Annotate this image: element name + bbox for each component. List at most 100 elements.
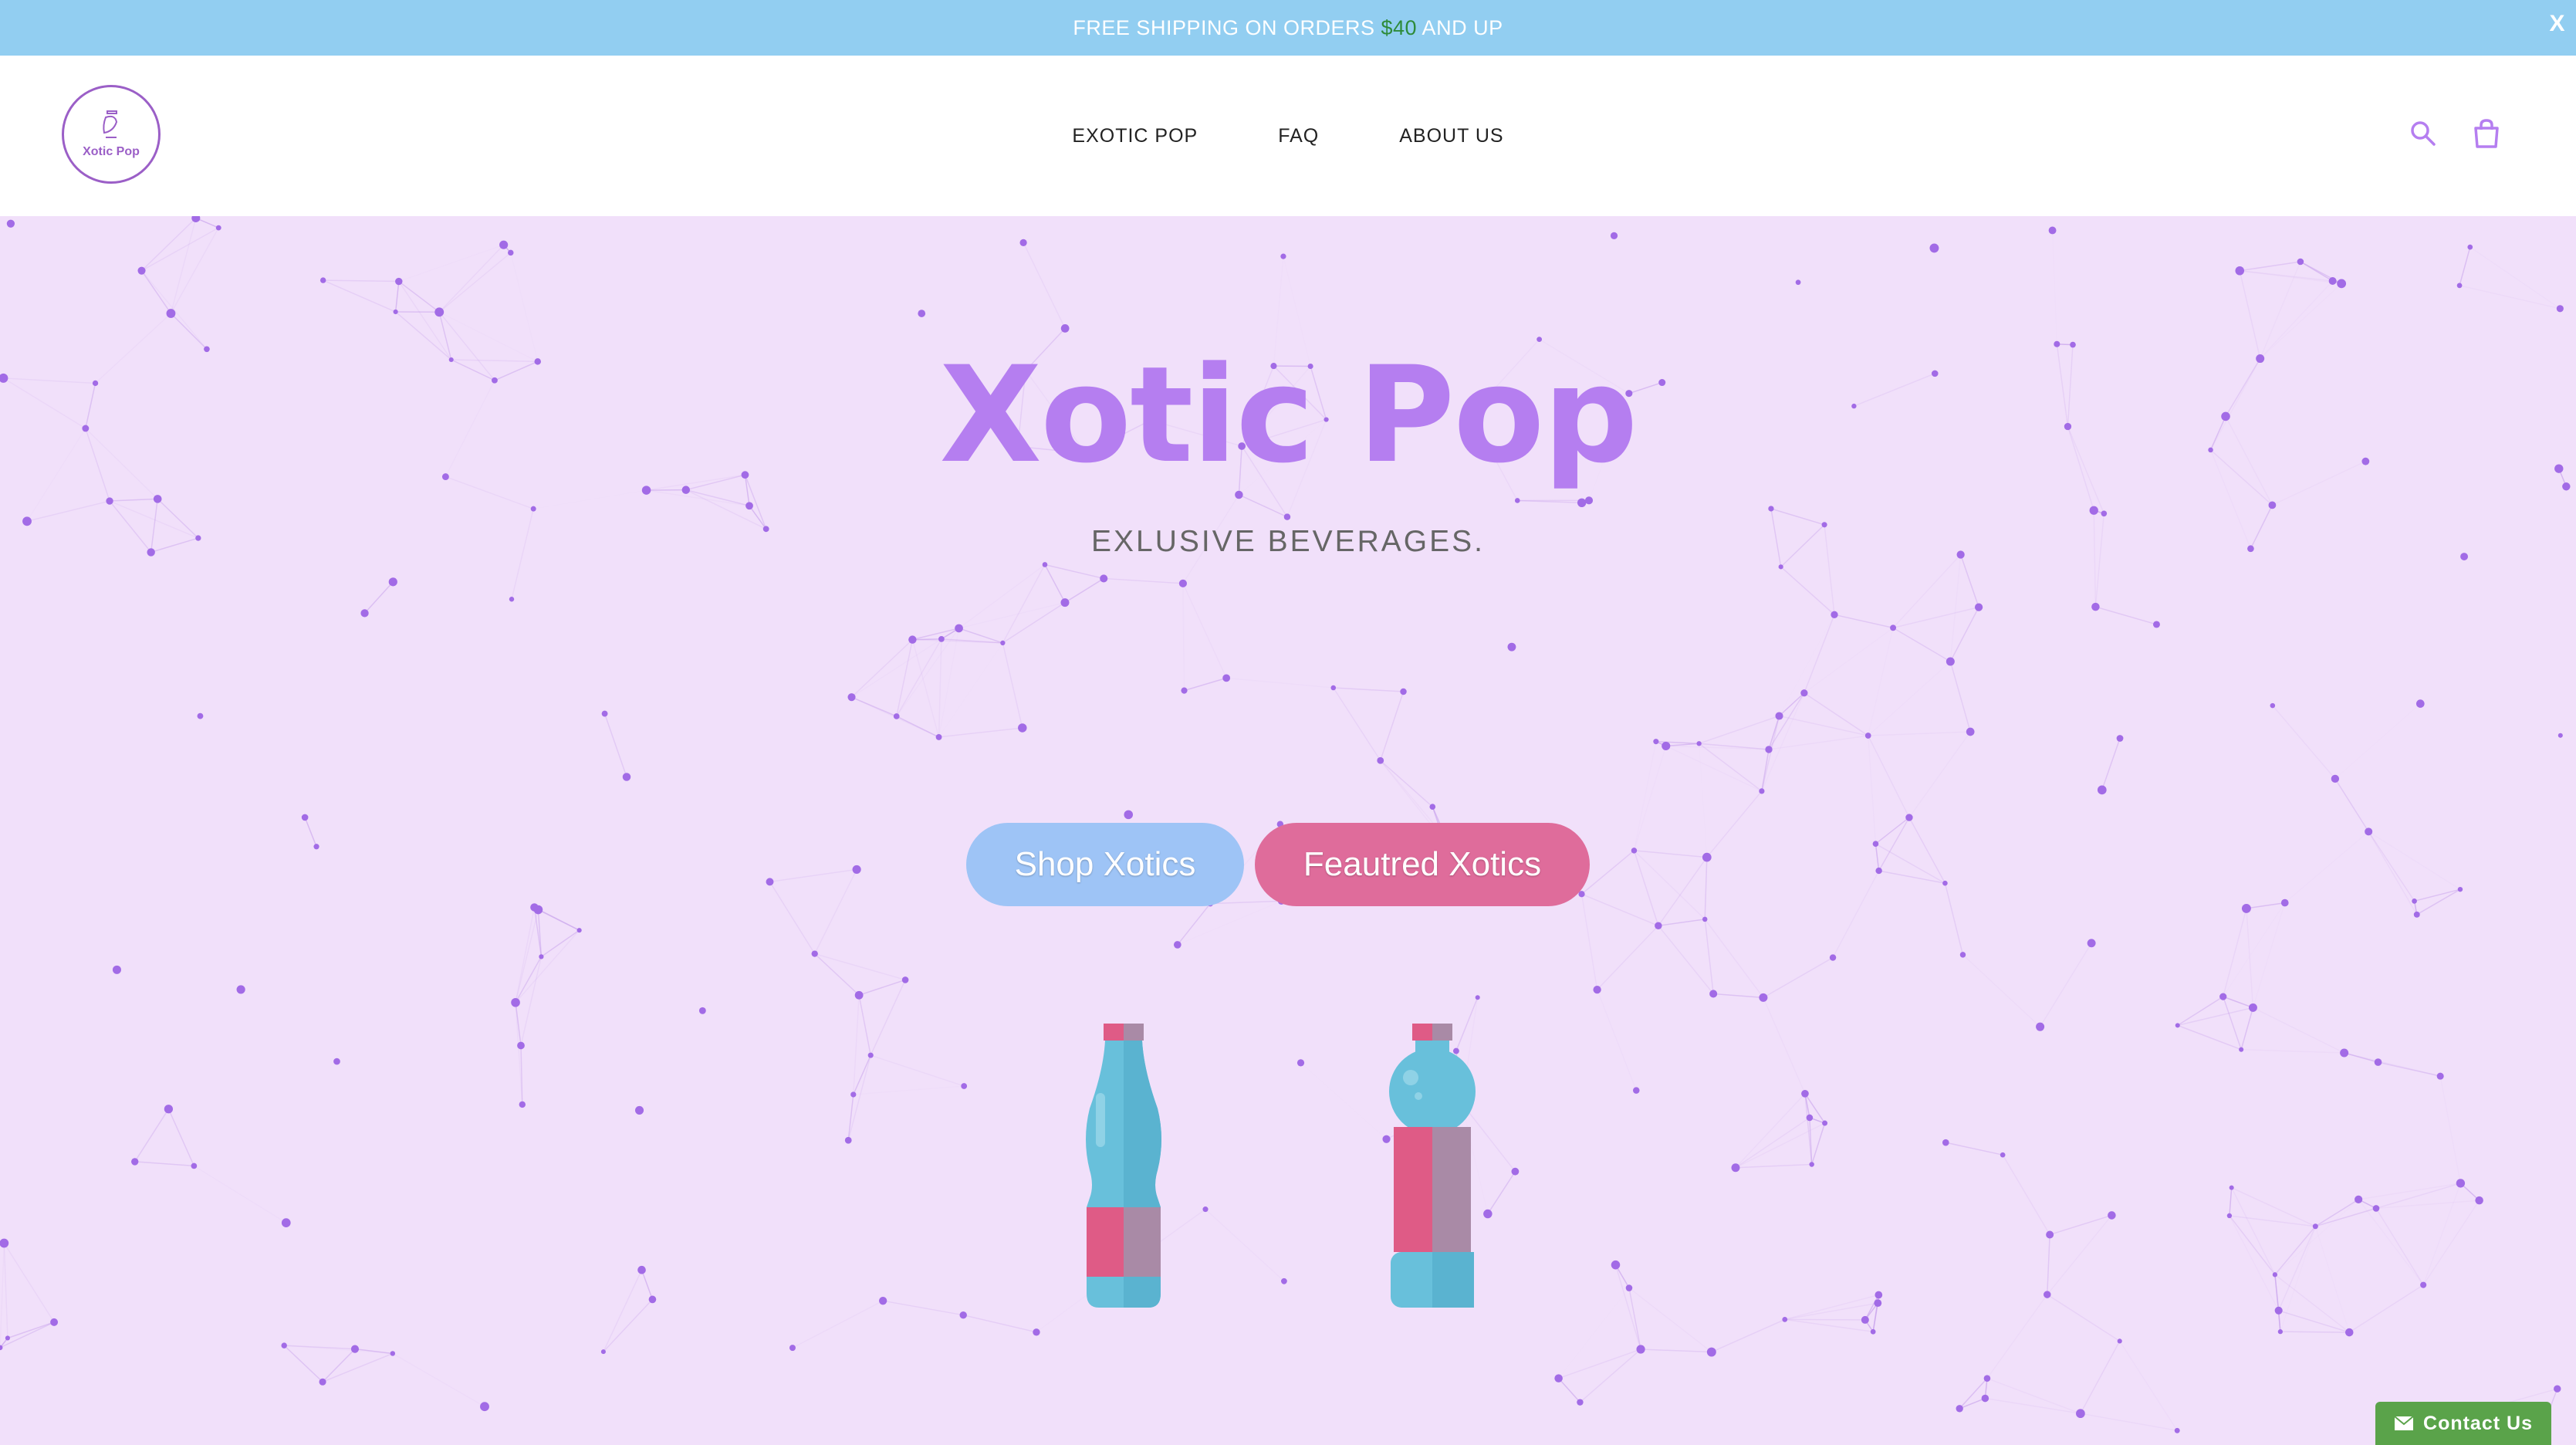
network-node [2219, 993, 2227, 1000]
network-node [1655, 922, 1662, 930]
network-node [390, 1351, 396, 1356]
network-node [2274, 1306, 2283, 1315]
network-node [1511, 1167, 1520, 1176]
envelope-icon [2394, 1416, 2414, 1430]
network-node [2241, 903, 2251, 913]
network-node [1124, 810, 1134, 820]
network-node [2467, 244, 2473, 250]
network-node [2108, 1211, 2116, 1220]
network-node [164, 1105, 174, 1114]
network-node [1874, 1299, 1882, 1308]
network-node [1946, 657, 1955, 666]
hero-subtitle: EXLUSIVE BEVERAGES. [1090, 525, 1485, 558]
network-node [2249, 1003, 2257, 1012]
network-node [1864, 733, 1871, 739]
featured-xotics-button[interactable]: Feautred Xotics [1255, 823, 1590, 906]
network-node [530, 506, 536, 512]
network-node [153, 495, 162, 503]
network-node [1475, 995, 1480, 1000]
network-node [1173, 941, 1182, 949]
network-node [2420, 1281, 2427, 1288]
network-node [1281, 1277, 1287, 1284]
network-node [1981, 1394, 1989, 1403]
network-node [635, 1105, 644, 1115]
network-node [1019, 239, 1027, 246]
network-node [1942, 880, 1948, 886]
network-node [2554, 1385, 2561, 1393]
network-node [166, 309, 176, 318]
network-node [1778, 564, 1783, 570]
network-node [1702, 852, 1712, 862]
network-node [1831, 611, 1838, 618]
network-node [1870, 1328, 1876, 1335]
network-node [681, 486, 691, 494]
network-node [1759, 993, 1768, 1002]
network-node [1875, 1291, 1883, 1299]
network-node [2229, 1185, 2234, 1190]
network-node [1593, 985, 1601, 994]
network-node [333, 1058, 340, 1065]
contact-us-label: Contact Us [2423, 1412, 2533, 1434]
network-node [1584, 496, 1594, 505]
network-node [1702, 916, 1708, 922]
network-node [388, 577, 397, 587]
nav-exotic-pop[interactable]: EXOTIC POP [1072, 125, 1198, 147]
nav-about-us[interactable]: ABOUT US [1399, 125, 1503, 147]
network-node [1611, 1260, 1621, 1270]
network-node [2277, 1329, 2284, 1335]
network-node [2372, 1205, 2380, 1212]
network-node [1709, 990, 1718, 998]
network-node [131, 1158, 139, 1166]
network-node [2076, 1409, 2085, 1419]
network-node [2340, 1048, 2349, 1058]
contact-us-button[interactable]: Contact Us [2375, 1402, 2551, 1445]
network-node [601, 710, 608, 717]
network-node [2174, 1427, 2180, 1433]
network-node [648, 1295, 657, 1304]
network-node [2270, 702, 2276, 709]
network-node [1507, 642, 1516, 651]
network-node [1795, 279, 1801, 286]
network-node [878, 1297, 887, 1305]
network-node [1100, 574, 1108, 583]
network-node [313, 844, 319, 850]
network-node [637, 1265, 646, 1274]
network-node [2268, 501, 2277, 509]
network-node [1929, 243, 1939, 253]
announcement-text-before: FREE SHIPPING ON ORDERS [1073, 15, 1381, 39]
cart-icon[interactable] [2473, 119, 2500, 152]
network-node [2344, 1328, 2354, 1337]
search-icon[interactable] [2409, 120, 2437, 151]
network-node [1696, 741, 1702, 746]
logo[interactable]: Xotic Pop [62, 85, 161, 184]
network-node [1800, 689, 1808, 697]
network-node [2272, 1272, 2278, 1277]
network-node [844, 1136, 852, 1144]
network-node [1283, 513, 1291, 520]
network-node [50, 1318, 59, 1326]
shop-xotics-button[interactable]: Shop Xotics [966, 823, 1244, 906]
network-node [281, 1342, 287, 1349]
network-node [1377, 756, 1384, 764]
network-node [499, 240, 509, 249]
network-node [1822, 1120, 1828, 1126]
network-node [191, 1162, 198, 1169]
network-node [2557, 733, 2563, 738]
nav-faq[interactable]: FAQ [1278, 125, 1319, 147]
network-node [901, 976, 909, 983]
network-node [519, 1101, 526, 1108]
network-node [955, 624, 963, 633]
network-node [319, 277, 326, 283]
main-nav: EXOTIC POP FAQ ABOUT US [0, 56, 2576, 216]
network-node [1801, 1089, 1809, 1098]
network-node [1942, 1139, 1949, 1146]
network-node [319, 1378, 326, 1386]
network-node [2328, 276, 2337, 285]
network-node [281, 1218, 291, 1227]
network-node [2562, 482, 2571, 491]
network-node [1966, 727, 1975, 736]
network-node [1577, 1399, 1584, 1406]
network-node [2331, 774, 2340, 783]
close-announcement-button[interactable]: X [2549, 11, 2565, 37]
network-node [434, 307, 445, 317]
